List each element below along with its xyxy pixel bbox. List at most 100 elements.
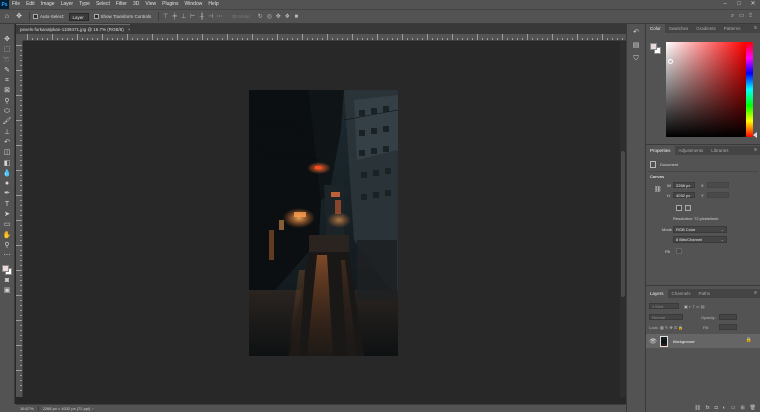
status-expand-icon[interactable]: › xyxy=(92,406,93,411)
tab-patterns[interactable]: Patterns xyxy=(720,24,745,33)
screen-mode-icon[interactable]: ▣ xyxy=(2,286,13,296)
menu-edit[interactable]: Edit xyxy=(23,0,38,9)
width-field[interactable]: 2268 px xyxy=(673,182,695,188)
lock-icons[interactable]: ▦ ✎ ✥ ⊡ 🔒 xyxy=(660,325,683,330)
layer-row-background[interactable]: 👁 Background 🔒 xyxy=(646,334,760,348)
align-bottom-icon[interactable]: ⊥ xyxy=(180,13,187,21)
eyedropper-tool-icon[interactable]: ⚲ xyxy=(2,97,13,107)
fill-opacity-field[interactable] xyxy=(719,324,737,330)
tab-swatches[interactable]: Swatches xyxy=(665,24,693,33)
canvas-section-title[interactable]: Canvas xyxy=(650,174,664,179)
brush-tool-icon[interactable]: 🖌 xyxy=(2,117,13,127)
comments-panel-icon[interactable]: ▤ xyxy=(631,40,641,51)
visibility-eye-icon[interactable]: 👁 xyxy=(649,338,657,345)
zoom-level[interactable]: 16.67% xyxy=(16,406,39,411)
link-dimensions-icon[interactable]: ⛓ xyxy=(654,186,662,193)
document-tab[interactable]: pexels-furkanalpkan-1109471.jpg @ 16.7% … xyxy=(16,24,131,34)
3d-orbit-icon[interactable]: ↻ xyxy=(257,13,264,21)
history-panel-icon[interactable]: ↶ xyxy=(631,27,641,38)
height-field[interactable]: 4032 px xyxy=(673,192,695,198)
new-group-icon[interactable]: ▭ xyxy=(731,405,736,411)
pen-tool-icon[interactable]: ✒ xyxy=(2,189,13,199)
menu-plugins[interactable]: Plugins xyxy=(159,0,181,9)
share-icon[interactable]: ⇪ xyxy=(747,12,754,20)
menu-select[interactable]: Select xyxy=(93,0,113,9)
search-icon[interactable]: ⌕ xyxy=(729,12,736,20)
home-icon[interactable]: ⌂ xyxy=(2,12,12,22)
close-window-button[interactable]: ✕ xyxy=(746,0,760,9)
orientation-portrait-icon[interactable] xyxy=(676,205,682,211)
menu-3d[interactable]: 3D xyxy=(130,0,142,9)
menu-file[interactable]: File xyxy=(9,0,23,9)
add-mask-icon[interactable]: ◘ xyxy=(715,405,718,411)
layer-name[interactable]: Background xyxy=(673,339,694,344)
tab-gradients[interactable]: Gradients xyxy=(692,24,720,33)
color-picker-cursor[interactable] xyxy=(668,59,673,64)
opacity-field[interactable] xyxy=(719,314,737,320)
maximize-button[interactable]: □ xyxy=(732,0,746,9)
align-left-icon[interactable]: ⊢ xyxy=(189,13,196,21)
tab-paths[interactable]: Paths xyxy=(695,289,715,298)
auto-select-checkbox[interactable] xyxy=(33,14,38,19)
hue-slider[interactable] xyxy=(746,42,753,137)
transform-controls-checkbox[interactable] xyxy=(93,14,99,19)
align-right-icon[interactable]: ⊣ xyxy=(207,13,214,21)
new-layer-icon[interactable]: ⊞ xyxy=(740,405,744,411)
layer-filter-kind-dropdown[interactable]: ⌕ Kind xyxy=(649,303,679,309)
menu-filter[interactable]: Filter xyxy=(113,0,130,9)
3d-roll-icon[interactable]: ◎ xyxy=(266,13,273,21)
adjustment-layer-icon[interactable]: ◐ xyxy=(723,405,726,411)
horizontal-ruler[interactable] xyxy=(23,34,626,41)
healing-brush-tool-icon[interactable]: ⬭ xyxy=(2,107,13,117)
eraser-tool-icon[interactable]: ◫ xyxy=(2,148,13,158)
foreground-color-swatch[interactable] xyxy=(2,264,9,272)
crop-tool-icon[interactable]: ⌗ xyxy=(2,76,13,86)
move-tool-icon[interactable]: ✥ xyxy=(14,12,24,22)
zoom-tool-icon[interactable]: ⚲ xyxy=(2,241,13,251)
lasso-tool-icon[interactable]: ➰ xyxy=(2,56,13,66)
hand-tool-icon[interactable]: ✋ xyxy=(2,231,13,241)
tab-color[interactable]: Color xyxy=(646,24,665,33)
marquee-tool-icon[interactable]: ⬚ xyxy=(2,45,13,55)
path-selection-tool-icon[interactable]: ➤ xyxy=(2,210,13,220)
3d-pan-icon[interactable]: ✥ xyxy=(275,13,282,21)
panel-menu-icon[interactable]: ≡ xyxy=(754,146,757,155)
tab-adjustments[interactable]: Adjustments xyxy=(675,146,708,155)
type-tool-icon[interactable]: T xyxy=(2,200,13,210)
move-tool-icon[interactable]: ✥ xyxy=(2,35,13,45)
align-hcenter-icon[interactable]: ╫ xyxy=(198,13,205,21)
clone-stamp-tool-icon[interactable]: ⊥ xyxy=(2,128,13,138)
menu-type[interactable]: Type xyxy=(76,0,93,9)
rectangle-tool-icon[interactable]: ▭ xyxy=(2,220,13,230)
align-top-icon[interactable]: ⊤ xyxy=(162,13,169,21)
menu-view[interactable]: View xyxy=(142,0,159,9)
delete-layer-icon[interactable]: 🗑 xyxy=(750,405,756,411)
dodge-tool-icon[interactable]: ● xyxy=(2,179,13,189)
menu-window[interactable]: Window xyxy=(182,0,206,9)
more-options-icon[interactable]: ⋯ xyxy=(216,13,223,21)
foreground-color-chip[interactable] xyxy=(650,43,657,50)
menu-help[interactable]: Help xyxy=(205,0,221,9)
tab-libraries[interactable]: Libraries xyxy=(707,146,732,155)
link-layers-icon[interactable]: ⛓ xyxy=(694,405,700,411)
panel-menu-icon[interactable]: ≡ xyxy=(754,289,757,298)
color-picker-field[interactable] xyxy=(666,42,746,137)
3d-slide-icon[interactable]: ❖ xyxy=(284,13,291,21)
orientation-landscape-icon[interactable] xyxy=(685,205,691,211)
minimize-button[interactable]: – xyxy=(718,0,732,9)
fill-color-swatch[interactable] xyxy=(676,248,682,254)
frame-tool-icon[interactable]: ⊠ xyxy=(2,86,13,96)
history-brush-tool-icon[interactable]: ↶ xyxy=(2,138,13,148)
bit-depth-dropdown[interactable]: 8 Bits/Channel ⌄ xyxy=(673,236,727,243)
color-swatches[interactable] xyxy=(1,264,13,276)
tab-channels[interactable]: Channels xyxy=(668,289,695,298)
info-panel-icon[interactable]: ⛉ xyxy=(631,53,641,64)
menu-image[interactable]: Image xyxy=(38,0,58,9)
workspace-icon[interactable]: ▭ xyxy=(738,12,745,20)
auto-select-target-dropdown[interactable]: Layer xyxy=(68,12,89,21)
paint-bucket-tool-icon[interactable]: ◧ xyxy=(2,159,13,169)
layer-style-icon[interactable]: fx xyxy=(706,405,710,411)
tab-properties[interactable]: Properties xyxy=(646,146,675,155)
layer-filter-icons[interactable]: ▣ ◐ T ▭ ▤ xyxy=(684,304,705,309)
tab-layers[interactable]: Layers xyxy=(646,289,668,298)
